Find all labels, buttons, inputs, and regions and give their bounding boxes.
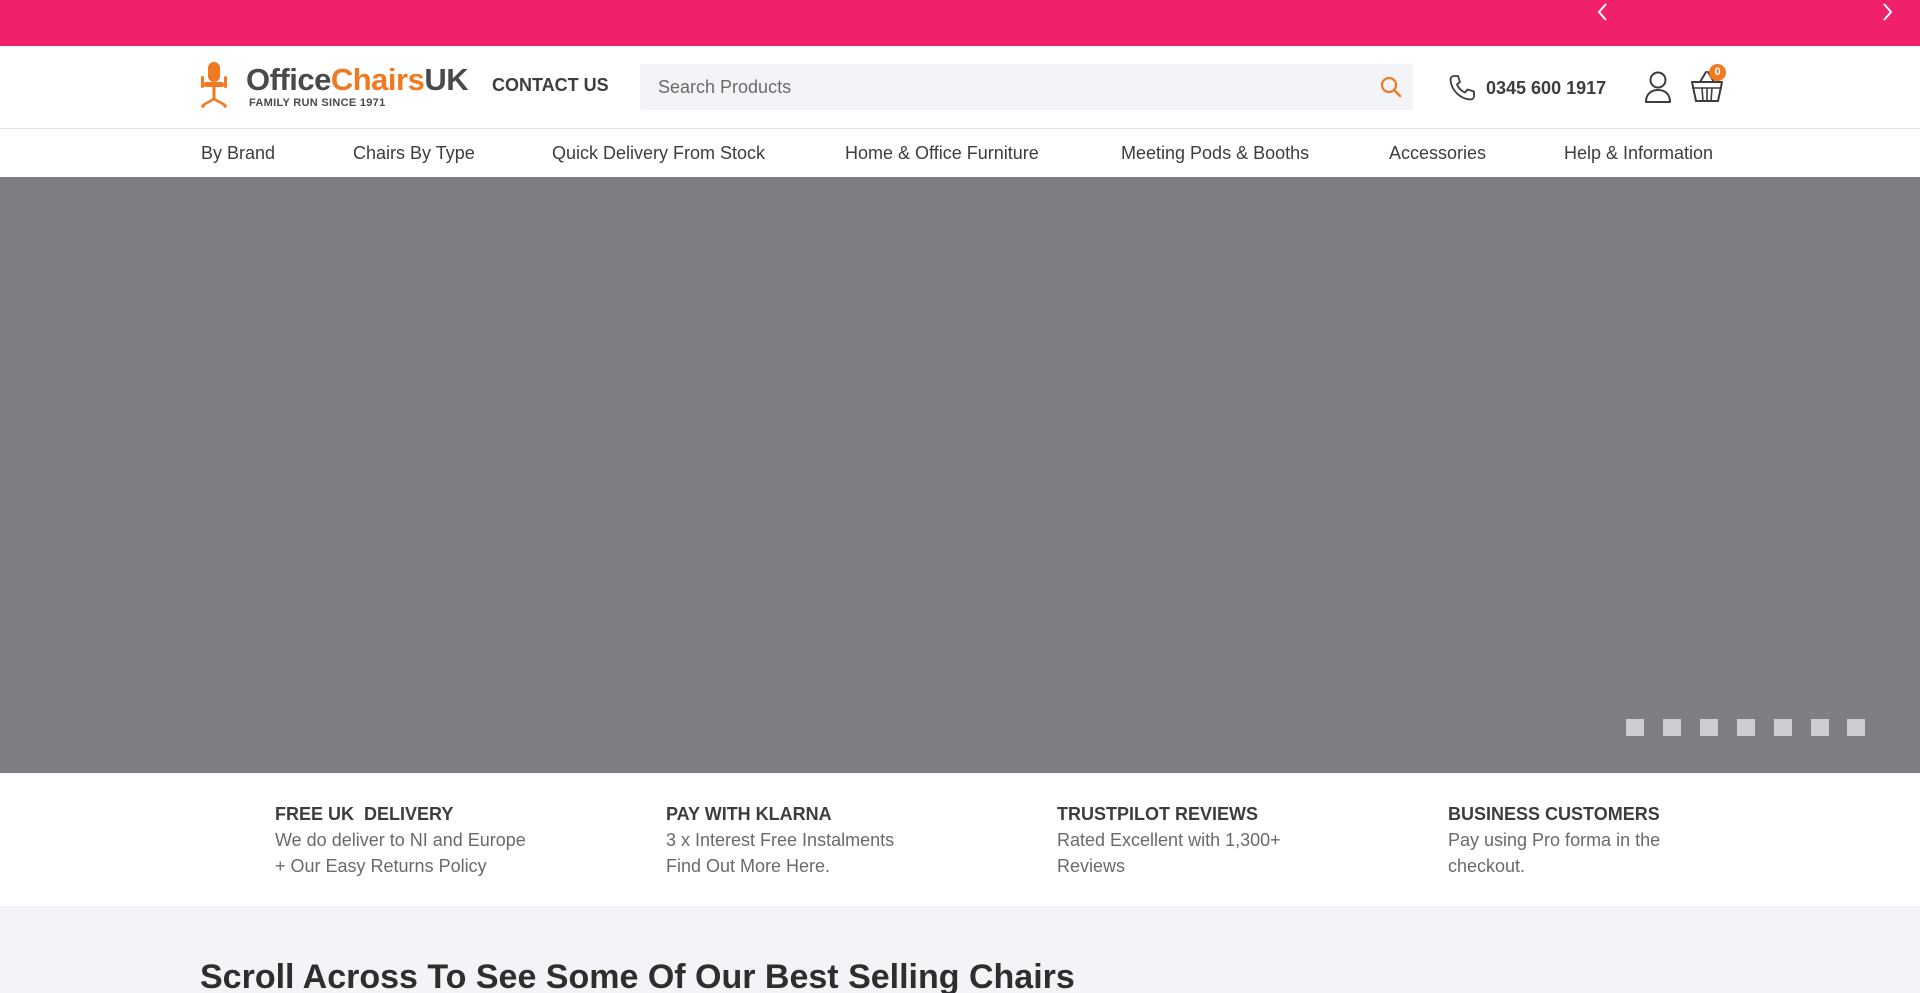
slider-dot[interactable] <box>1626 719 1644 736</box>
slider-dot[interactable] <box>1700 719 1718 736</box>
logo-wordmark: OfficeChairsUK <box>246 62 469 97</box>
slider-dot[interactable] <box>1811 719 1829 736</box>
logo-tagline: FAMILY RUN SINCE 1971 <box>249 97 386 109</box>
nav-item-home-office-furniture[interactable]: Home & Office Furniture <box>845 143 1039 164</box>
top-promo-bar <box>0 0 1920 46</box>
nav-item-chairs-by-type[interactable]: Chairs By Type <box>353 143 475 164</box>
main-navigation: By Brand Chairs By Type Quick Delivery F… <box>0 129 1920 177</box>
chevron-right-icon[interactable] <box>1880 0 1896 24</box>
office-chair-icon <box>201 62 227 108</box>
usp-text: We do deliver to NI and Europe <box>275 830 526 850</box>
usp-trustpilot[interactable]: TRUSTPILOT REVIEWS Rated Excellent with … <box>1057 801 1357 879</box>
phone-number: 0345 600 1917 <box>1486 78 1607 98</box>
nav-item-quick-delivery[interactable]: Quick Delivery From Stock <box>552 143 765 164</box>
nav-item-help-information[interactable]: Help & Information <box>1564 143 1713 164</box>
nav-item-meeting-pods[interactable]: Meeting Pods & Booths <box>1121 143 1309 164</box>
usp-text: Rated Excellent with 1,300+ <box>1057 830 1281 850</box>
usp-text: Reviews <box>1057 856 1126 876</box>
slider-dot[interactable] <box>1847 719 1865 736</box>
usp-business[interactable]: BUSINESS CUSTOMERS Pay using Pro forma i… <box>1448 801 1748 879</box>
slider-dot[interactable] <box>1774 719 1792 736</box>
usp-strip: FREE UK DELIVERY We do deliver to NI and… <box>0 773 1920 906</box>
usp-text: Pay using Pro forma in the <box>1448 830 1661 850</box>
usp-title: BUSINESS CUSTOMERS <box>1448 804 1660 824</box>
usp-klarna[interactable]: PAY WITH KLARNA 3 x Interest Free Instal… <box>666 801 966 879</box>
slider-dot[interactable] <box>1737 719 1755 736</box>
hero-slider[interactable] <box>0 177 1920 773</box>
usp-text: 3 x Interest Free Instalments <box>666 830 895 850</box>
site-header: OfficeChairsUK FAMILY RUN SINCE 1971 CON… <box>0 46 1920 129</box>
usp-text: checkout. <box>1448 856 1526 876</box>
section-title: Scroll Across To See Some Of Our Best Se… <box>200 958 1075 993</box>
usp-title: PAY WITH KLARNA <box>666 804 832 824</box>
usp-text: + Our Easy Returns Policy <box>275 856 487 876</box>
usp-delivery[interactable]: FREE UK DELIVERY We do deliver to NI and… <box>275 801 575 879</box>
contact-us-link[interactable]: CONTACT US <box>492 75 609 96</box>
chevron-left-icon[interactable] <box>1594 0 1610 24</box>
usp-text: Find Out More Here. <box>666 856 831 876</box>
nav-item-by-brand[interactable]: By Brand <box>201 143 275 164</box>
search-bar <box>640 64 1413 110</box>
usp-title: TRUSTPILOT REVIEWS <box>1057 804 1259 824</box>
basket-count-badge: 0 <box>1709 64 1726 81</box>
user-icon[interactable] <box>1644 70 1672 104</box>
best-sellers-section: Scroll Across To See Some Of Our Best Se… <box>0 906 1920 993</box>
phone-icon <box>1449 75 1475 101</box>
search-icon <box>1380 76 1402 98</box>
search-input[interactable] <box>640 64 1360 110</box>
nav-item-accessories[interactable]: Accessories <box>1389 143 1486 164</box>
search-button[interactable] <box>1379 75 1403 99</box>
slider-dot[interactable] <box>1663 719 1681 736</box>
usp-title: FREE UK DELIVERY <box>275 804 454 824</box>
site-logo[interactable]: OfficeChairsUK FAMILY RUN SINCE 1971 <box>200 62 470 110</box>
